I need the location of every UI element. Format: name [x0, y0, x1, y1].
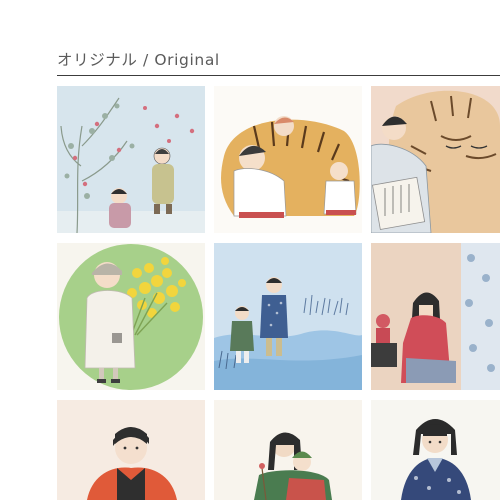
- artwork-tile-kimono-girl-doll[interactable]: [371, 243, 500, 390]
- artwork-image: [57, 243, 205, 390]
- artwork-image: [371, 400, 500, 500]
- artwork-image: [214, 400, 362, 500]
- artwork-tile-mother-child[interactable]: [214, 400, 362, 500]
- artwork-tile-mimosa-girl[interactable]: [57, 243, 205, 390]
- artwork-tile-blue-kimono-girl[interactable]: [371, 400, 500, 500]
- artwork-image: [371, 243, 500, 390]
- artwork-image: [214, 86, 362, 233]
- artwork-tile-stream-children[interactable]: [214, 243, 362, 390]
- artwork-tile-flowering-tree[interactable]: [57, 86, 205, 233]
- artwork-image: [214, 243, 362, 390]
- artwork-image: [57, 86, 205, 233]
- section-title: オリジナル / Original: [57, 51, 220, 69]
- section-divider: [57, 75, 500, 76]
- artwork-grid: [57, 86, 500, 500]
- artwork-image: [371, 86, 500, 233]
- artwork-tile-child-on-tiger[interactable]: [371, 86, 500, 233]
- artwork-tile-sleeping-on-tiger[interactable]: [214, 86, 362, 233]
- artwork-tile-red-coat-boy[interactable]: [57, 400, 205, 500]
- artwork-image: [57, 400, 205, 500]
